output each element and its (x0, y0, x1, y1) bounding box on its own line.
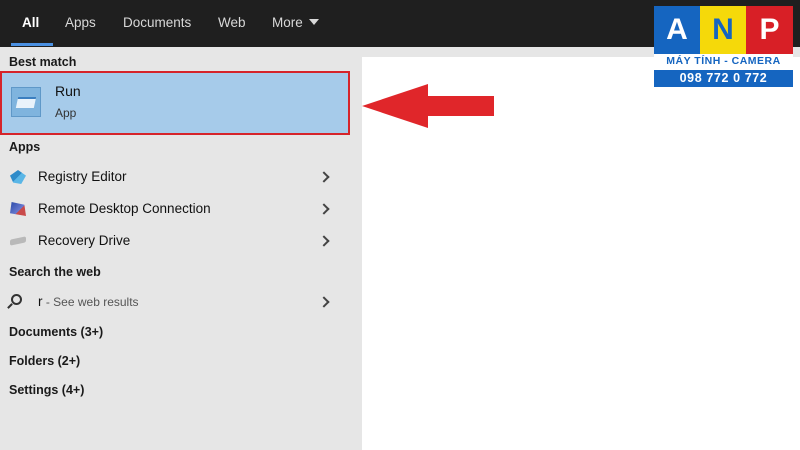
anp-logo: A N P MÁY TÍNH - CAMERA 098 772 0 772 (654, 6, 793, 87)
best-match-subtitle: App (55, 106, 77, 120)
chevron-right-icon[interactable] (318, 296, 330, 308)
logo-tagline: MÁY TÍNH - CAMERA (666, 55, 781, 67)
tab-more-label: More (272, 15, 303, 30)
apps-heading: Apps (9, 140, 41, 154)
tab-web[interactable]: Web (218, 0, 246, 47)
search-icon (11, 294, 22, 305)
app-item-recovery-drive[interactable]: Recovery Drive (0, 226, 350, 256)
registry-editor-icon (10, 170, 26, 184)
chevron-right-icon[interactable] (318, 171, 330, 183)
settings-section[interactable]: Settings (4+) (9, 383, 84, 397)
app-item-remote-desktop[interactable]: Remote Desktop Connection (0, 194, 350, 224)
app-item-label: Remote Desktop Connection (38, 201, 211, 216)
web-result-label: r - See web results (38, 294, 139, 309)
logo-letter-n: N (700, 6, 746, 54)
tab-all[interactable]: All (22, 0, 39, 47)
tab-apps[interactable]: Apps (65, 0, 96, 47)
search-results-pane: Best match Run App Apps Registry Editor … (0, 47, 350, 450)
app-item-registry-editor[interactable]: Registry Editor (0, 162, 350, 192)
chevron-right-icon[interactable] (318, 235, 330, 247)
web-hint: - See web results (42, 295, 139, 309)
search-web-heading: Search the web (9, 265, 101, 279)
chevron-down-icon (308, 19, 319, 25)
app-item-label: Recovery Drive (38, 233, 131, 248)
logo-phone: 098 772 0 772 (654, 70, 793, 87)
documents-section[interactable]: Documents (3+) (9, 325, 103, 339)
best-match-title: Run (55, 83, 81, 99)
web-result-item[interactable]: r - See web results (0, 287, 350, 317)
best-match-run[interactable]: Run App (0, 71, 350, 135)
tab-more[interactable]: More (272, 0, 319, 47)
tab-documents[interactable]: Documents (123, 0, 191, 47)
app-item-label: Registry Editor (38, 169, 127, 184)
recovery-drive-icon (10, 236, 26, 246)
folders-section[interactable]: Folders (2+) (9, 354, 80, 368)
chevron-right-icon[interactable] (318, 203, 330, 215)
logo-letter-p: P (746, 6, 793, 54)
logo-letter-a: A (654, 6, 700, 54)
best-match-heading: Best match (9, 55, 77, 69)
red-arrow-icon (362, 84, 494, 128)
active-tab-indicator (11, 43, 53, 46)
run-app-icon (11, 87, 41, 117)
remote-desktop-icon (10, 202, 26, 216)
